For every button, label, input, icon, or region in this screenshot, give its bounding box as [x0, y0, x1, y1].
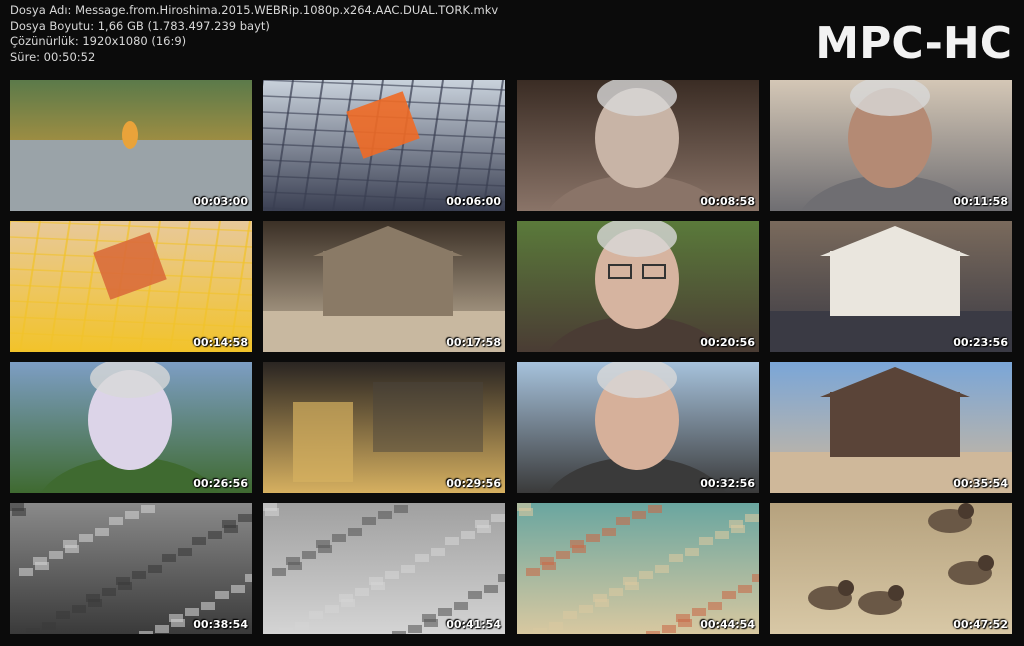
thumbnail-7: 00:20:56: [517, 221, 759, 352]
elderly-woman-image: [517, 80, 759, 211]
old-street-sign-image: [770, 221, 1012, 352]
thumbnail-timestamp: 00:11:58: [953, 195, 1008, 208]
thumbnail-4: 00:11:58: [770, 80, 1012, 211]
thumbnail-3: 00:08:58: [517, 80, 759, 211]
thumbnail-13: 00:38:54: [10, 503, 252, 634]
aerial-bw-image: [263, 503, 505, 634]
color-film-ruins-image: [517, 503, 759, 634]
thumbnail-timestamp: 00:23:56: [953, 336, 1008, 349]
ruins-bw-image: [10, 503, 252, 634]
thumbnail-timestamp: 00:26:56: [193, 477, 248, 490]
thumbnail-timestamp: 00:08:58: [700, 195, 755, 208]
thumbnail-11: 00:32:56: [517, 362, 759, 493]
thumbnail-10: 00:29:56: [263, 362, 505, 493]
thumbnail-timestamp: 00:06:00: [446, 195, 501, 208]
thumbnail-timestamp: 00:41:54: [446, 618, 501, 631]
thumbnail-timestamp: 00:44:54: [700, 618, 755, 631]
thumbnail-timestamp: 00:35:54: [953, 477, 1008, 490]
dark-room-poster-image: [263, 362, 505, 493]
thumbnail-timestamp: 00:17:58: [446, 336, 501, 349]
thumbnail-timestamp: 00:47:52: [953, 618, 1008, 631]
smiling-man-glasses-image: [517, 221, 759, 352]
thumbnail-grid: 00:03:00 00:06:00 00:08:58 00:11:58 00:14:58…: [0, 0, 1024, 646]
sparrows-image: [770, 503, 1012, 634]
thumbnail-timestamp: 00:32:56: [700, 477, 755, 490]
thumbnail-15: 00:44:54: [517, 503, 759, 634]
memorial-flame-image: [10, 80, 252, 211]
old-map-image: [10, 221, 252, 352]
laughing-old-man-image: [517, 362, 759, 493]
thumbnail-5: 00:14:58: [10, 221, 252, 352]
elderly-man-sweater-image: [770, 80, 1012, 211]
thumbnail-16: 00:47:52: [770, 503, 1012, 634]
thumbnail-9: 00:26:56: [10, 362, 252, 493]
thumbnail-6: 00:17:58: [263, 221, 505, 352]
thumbnail-8: 00:23:56: [770, 221, 1012, 352]
thumbnail-timestamp: 00:20:56: [700, 336, 755, 349]
thumbnail-timestamp: 00:14:58: [193, 336, 248, 349]
map-closeup-image: [263, 80, 505, 211]
thumbnail-timestamp: 00:38:54: [193, 618, 248, 631]
thumbnail-1: 00:03:00: [10, 80, 252, 211]
thumbnail-14: 00:41:54: [263, 503, 505, 634]
sepia-street-image: [263, 221, 505, 352]
thumbnail-timestamp: 00:03:00: [193, 195, 248, 208]
thumbnail-2: 00:06:00: [263, 80, 505, 211]
traditional-buildings-image: [770, 362, 1012, 493]
thumbnail-timestamp: 00:29:56: [446, 477, 501, 490]
man-in-park-image: [10, 362, 252, 493]
thumbnail-12: 00:35:54: [770, 362, 1012, 493]
